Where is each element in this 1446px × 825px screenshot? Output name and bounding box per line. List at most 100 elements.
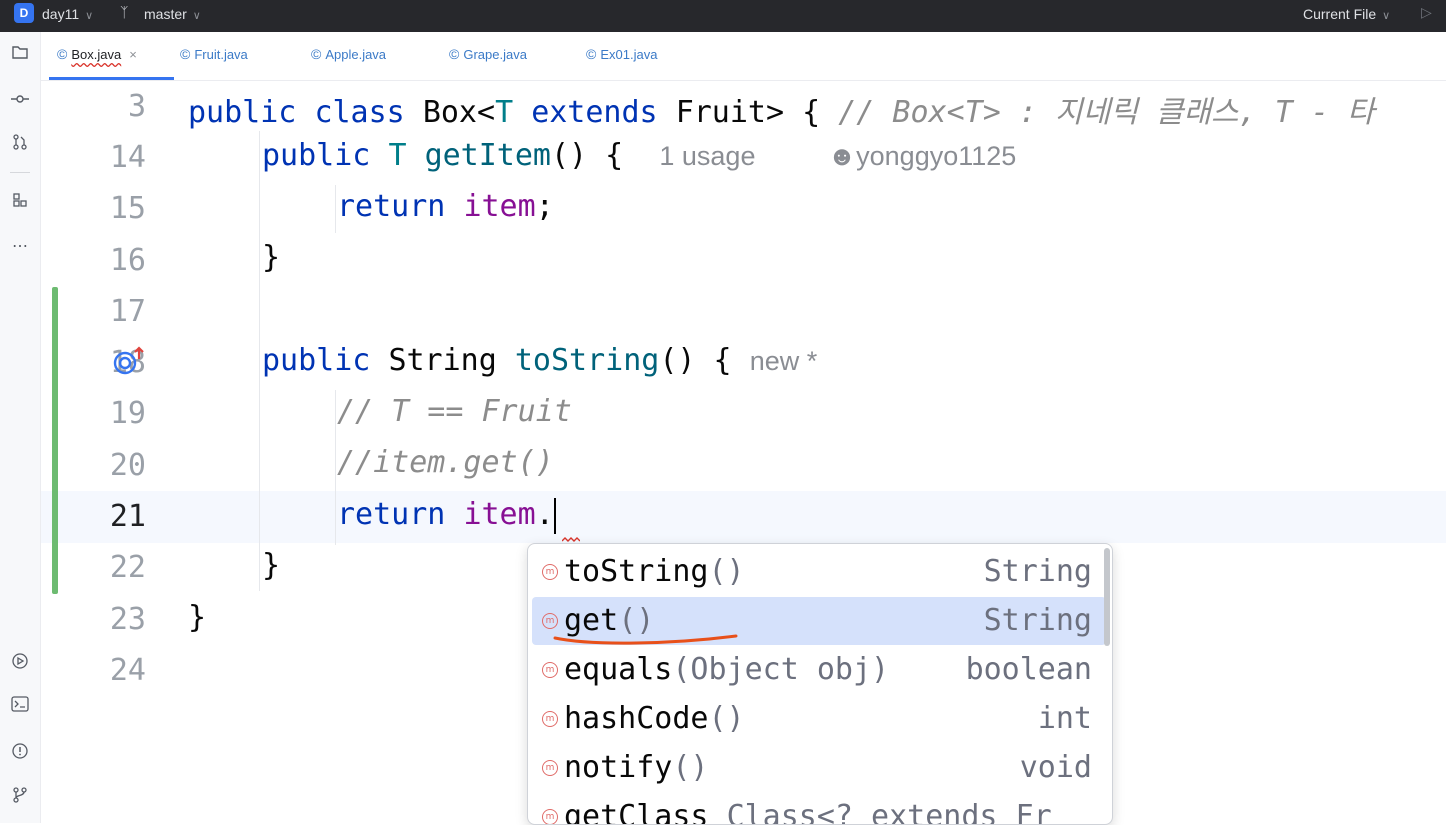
tab-label: Apple.java <box>325 47 387 62</box>
code-line-18[interactable]: public String toString() { new * <box>262 343 817 378</box>
run-services-icon[interactable] <box>8 652 32 674</box>
branch-selector[interactable]: master ∨ <box>144 6 201 22</box>
completion-item-notify[interactable]: m notify() void <box>532 744 1106 792</box>
code-line-22[interactable]: } <box>262 548 280 583</box>
method-params: () <box>708 554 745 589</box>
code-line-3[interactable]: public class Box<T extends Fruit> { // B… <box>188 87 1375 131</box>
keyword: return <box>337 189 446 224</box>
code-line-16[interactable]: } <box>262 240 280 275</box>
class-name: Box< <box>422 95 496 130</box>
code-token: () { <box>551 138 624 173</box>
more-icon[interactable]: ⋯ <box>8 236 32 258</box>
class-icon: © <box>449 46 460 62</box>
toolbar-divider <box>10 172 30 173</box>
indent-guide <box>259 131 260 591</box>
terminal-icon[interactable] <box>8 696 32 718</box>
override-method-icon[interactable] <box>112 345 146 379</box>
completion-item-name: equals(Object obj) <box>564 652 889 687</box>
run-config-label: Current File <box>1303 6 1377 22</box>
tab-ex01-java[interactable]: © Ex01.java <box>586 46 657 68</box>
usage-hint[interactable]: 1 usage <box>659 141 755 171</box>
code-line-15[interactable]: return item; <box>337 189 554 224</box>
code-token: ; <box>535 189 554 224</box>
line-number: 3 <box>127 89 146 124</box>
project-name: day11 <box>42 6 80 22</box>
method-icon: m <box>542 711 558 727</box>
code-line-19[interactable]: // T == Fruit <box>337 394 572 429</box>
code-token: } <box>262 240 281 275</box>
code-token: . <box>535 497 554 532</box>
code-comment: // Box<T> : 지네릭 클래스, T - 타 <box>838 95 1375 130</box>
keyword: public <box>188 95 297 130</box>
code-line-14[interactable]: public T getItem() { 1 usage ☻yonggyo112… <box>262 138 1016 173</box>
code-completion-popup[interactable]: m toString() String m get() String m equ… <box>527 543 1113 825</box>
completion-scrollbar[interactable] <box>1104 548 1110 646</box>
completion-item-name: hashCode() <box>564 701 745 736</box>
return-type: String <box>983 603 1092 638</box>
editor-tab-bar: © Box.java × © Fruit.java © Apple.java © Grap… <box>41 32 1446 81</box>
keyword: public <box>262 138 371 173</box>
close-icon[interactable]: × <box>129 47 137 62</box>
title-bar: D day11 ∨ ᛉ master ∨ Current File ∨ ▷ <box>0 0 1446 32</box>
completion-item-name: getClass Class<? extends Fr <box>564 799 1052 824</box>
method-icon: m <box>542 613 558 629</box>
line-number-current: 21 <box>109 499 146 534</box>
error-squiggle <box>561 530 581 542</box>
line-number: 15 <box>109 191 146 226</box>
method-name: equals <box>564 652 673 687</box>
runnable-class-icon: © <box>586 46 597 62</box>
class-icon: © <box>57 46 68 62</box>
line-number: 23 <box>109 602 146 637</box>
tab-box-java[interactable]: © Box.java × <box>57 46 137 68</box>
author-hint[interactable]: yonggyo1125 <box>856 141 1016 171</box>
method-name: getItem <box>424 138 551 173</box>
return-type: void <box>1019 750 1092 785</box>
run-configuration-selector[interactable]: Current File ∨ <box>1303 6 1390 22</box>
method-icon: m <box>542 760 558 776</box>
annotation-underline <box>553 632 739 653</box>
project-selector[interactable]: day11 ∨ <box>42 6 93 22</box>
person-icon: ☻ <box>827 141 857 171</box>
commit-icon[interactable] <box>8 90 32 112</box>
field-name: item <box>463 189 536 224</box>
keyword: extends <box>531 95 658 130</box>
tab-grape-java[interactable]: © Grape.java <box>449 46 527 68</box>
completion-item-equals[interactable]: m equals(Object obj) boolean <box>532 646 1106 694</box>
completion-item-tostring[interactable]: m toString() String <box>532 548 1106 596</box>
structure-icon[interactable] <box>8 192 32 214</box>
line-number-gutter[interactable]: 3 14 15 16 17 18 19 20 21 22 23 24 <box>41 80 185 823</box>
return-type: String <box>983 554 1092 589</box>
run-icon[interactable]: ▷ <box>1421 4 1432 21</box>
tab-label: Box.java <box>71 47 122 62</box>
code-token: Fruit> { <box>675 95 821 130</box>
tab-label: Ex01.java <box>600 47 658 62</box>
code-line-21[interactable]: return item. <box>337 497 556 534</box>
chevron-down-icon: ∨ <box>192 10 201 22</box>
return-type: int <box>1037 701 1092 736</box>
type-parameter: T <box>495 95 514 130</box>
code-line-20[interactable]: //item.get() <box>337 445 554 480</box>
tool-window-bar: ⋯ <box>0 32 41 823</box>
line-number: 14 <box>109 140 146 175</box>
problems-icon[interactable] <box>8 742 32 764</box>
code-line-23[interactable]: } <box>188 600 206 635</box>
git-icon[interactable] <box>8 786 32 808</box>
keyword: class <box>314 95 405 130</box>
line-number: 22 <box>109 550 146 585</box>
line-number: 17 <box>109 294 146 329</box>
keyword: public <box>262 343 371 378</box>
chevron-down-icon: ∨ <box>85 10 94 22</box>
method-icon: m <box>542 662 558 678</box>
indent-guide <box>335 390 336 545</box>
completion-item-hashcode[interactable]: m hashCode() int <box>532 695 1106 743</box>
folder-icon[interactable] <box>8 44 32 66</box>
tab-apple-java[interactable]: © Apple.java <box>311 46 386 68</box>
method-icon: m <box>542 564 558 580</box>
chevron-down-icon: ∨ <box>1382 10 1391 22</box>
project-badge[interactable]: D <box>14 3 34 23</box>
pull-request-icon[interactable] <box>8 134 32 156</box>
method-params: () <box>672 750 709 785</box>
completion-item-getclass[interactable]: m getClass Class<? extends Fr <box>532 793 1106 824</box>
return-type: boolean <box>965 652 1092 687</box>
tab-fruit-java[interactable]: © Fruit.java <box>180 46 248 68</box>
